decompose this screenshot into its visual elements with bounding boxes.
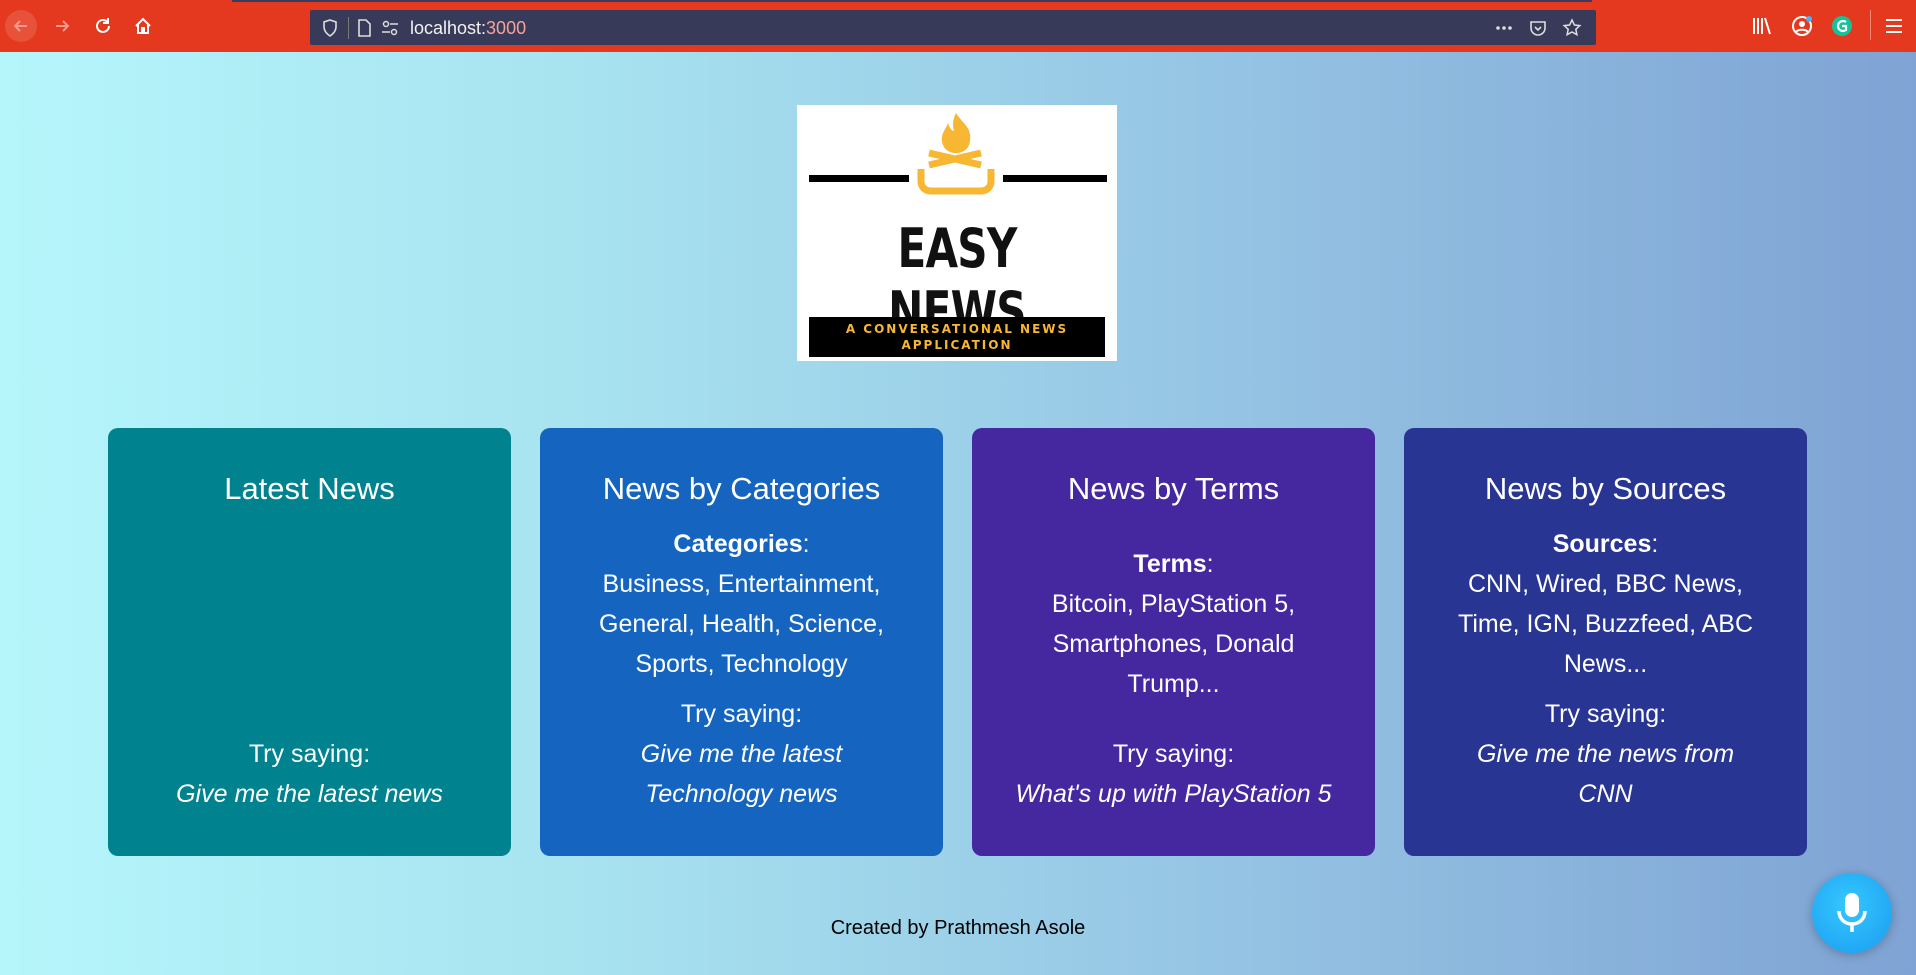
grammarly-icon[interactable] bbox=[1830, 14, 1854, 38]
page-icon[interactable] bbox=[354, 18, 374, 38]
card-title: News by Sources bbox=[1484, 471, 1727, 506]
card-title: News by Terms bbox=[1067, 471, 1280, 506]
back-button[interactable] bbox=[5, 10, 37, 42]
reload-button[interactable] bbox=[87, 10, 119, 42]
card-info: Categories: Business, Entertainment, Gen… bbox=[580, 524, 903, 684]
shield-icon[interactable] bbox=[320, 18, 340, 38]
reload-icon bbox=[96, 18, 110, 33]
logo-subtitle: A CONVERSATIONAL NEWS APPLICATION bbox=[809, 317, 1105, 357]
more-actions-icon[interactable] bbox=[1494, 18, 1514, 38]
info-text: CNN, Wired, BBC News, Time, IGN, Buzzfee… bbox=[1457, 570, 1753, 678]
card-news-by-sources[interactable]: News by Sources Sources: CNN, Wired, BBC… bbox=[1404, 428, 1807, 856]
card-news-by-categories[interactable]: News by Categories Categories: Business,… bbox=[540, 428, 943, 856]
card-try-block: Try saying: Give me the news from CNN bbox=[1464, 694, 1747, 814]
bookmark-star-icon[interactable] bbox=[1562, 18, 1582, 38]
forward-button[interactable] bbox=[46, 10, 78, 42]
url-text[interactable]: localhost:3000 bbox=[410, 18, 526, 39]
info-label: Terms bbox=[1133, 550, 1207, 578]
toolbar-divider bbox=[1870, 10, 1871, 40]
try-label: Try saying: bbox=[248, 740, 371, 768]
tab-strip-edge bbox=[232, 0, 1592, 2]
info-label: Sources bbox=[1552, 530, 1652, 558]
try-phrase: Give me the news from CNN bbox=[1476, 740, 1735, 808]
info-colon: : bbox=[1206, 550, 1214, 578]
logo-line-right bbox=[1003, 175, 1107, 182]
card-try-block: Try saying: Give me the latest Technolog… bbox=[600, 694, 883, 814]
home-icon bbox=[135, 17, 151, 34]
campfire-icon bbox=[917, 113, 995, 195]
card-info: Terms: Bitcoin, PlayStation 5, Smartphon… bbox=[1037, 544, 1310, 704]
url-bar[interactable]: localhost:3000 bbox=[310, 10, 1596, 45]
back-arrow-icon bbox=[13, 20, 27, 32]
page-body: EASY NEWS A CONVERSATIONAL NEWS APPLICAT… bbox=[0, 52, 1916, 975]
card-info: Sources: CNN, Wired, BBC News, Time, IGN… bbox=[1449, 524, 1762, 684]
try-label: Try saying: bbox=[1112, 740, 1235, 768]
account-icon[interactable] bbox=[1790, 14, 1814, 38]
home-button[interactable] bbox=[127, 10, 159, 42]
card-title: News by Categories bbox=[602, 471, 881, 506]
card-try-block: Try saying: Give me the latest news bbox=[128, 734, 491, 814]
forward-arrow-icon bbox=[56, 20, 70, 32]
easy-news-logo: EASY NEWS A CONVERSATIONAL NEWS APPLICAT… bbox=[797, 105, 1117, 361]
info-label: Categories bbox=[673, 530, 803, 558]
try-label: Try saying: bbox=[1544, 700, 1667, 728]
footer-credit: Created by Prathmesh Asole bbox=[830, 917, 1086, 939]
microphone-icon bbox=[1837, 893, 1867, 932]
card-try-block: Try saying: What's up with PlayStation 5 bbox=[992, 734, 1355, 814]
card-news-by-terms[interactable]: News by Terms Terms: Bitcoin, PlayStatio… bbox=[972, 428, 1375, 856]
logo-line-left bbox=[809, 175, 909, 182]
library-icon[interactable] bbox=[1750, 14, 1774, 38]
mic-button[interactable] bbox=[1812, 873, 1892, 953]
info-text: Bitcoin, PlayStation 5, Smartphones, Don… bbox=[1051, 590, 1296, 698]
card-title: Latest News bbox=[224, 471, 395, 506]
info-colon: : bbox=[802, 530, 810, 558]
menu-icon[interactable] bbox=[1882, 14, 1906, 38]
try-phrase: Give me the latest Technology news bbox=[640, 740, 843, 808]
try-phrase: Give me the latest news bbox=[176, 780, 443, 808]
card-latest-news[interactable]: Latest News Try saying: Give me the late… bbox=[108, 428, 511, 856]
url-divider bbox=[348, 17, 349, 39]
url-host: localhost: bbox=[410, 18, 487, 38]
browser-toolbar: localhost:3000 bbox=[0, 0, 1916, 52]
pocket-icon[interactable] bbox=[1528, 18, 1548, 38]
url-port: 3000 bbox=[486, 18, 527, 38]
info-text: Business, Entertainment, General, Health… bbox=[599, 570, 884, 678]
permissions-icon[interactable] bbox=[380, 18, 400, 38]
info-colon: : bbox=[1651, 530, 1659, 558]
try-phrase: What's up with PlayStation 5 bbox=[1015, 780, 1332, 808]
try-label: Try saying: bbox=[680, 700, 803, 728]
